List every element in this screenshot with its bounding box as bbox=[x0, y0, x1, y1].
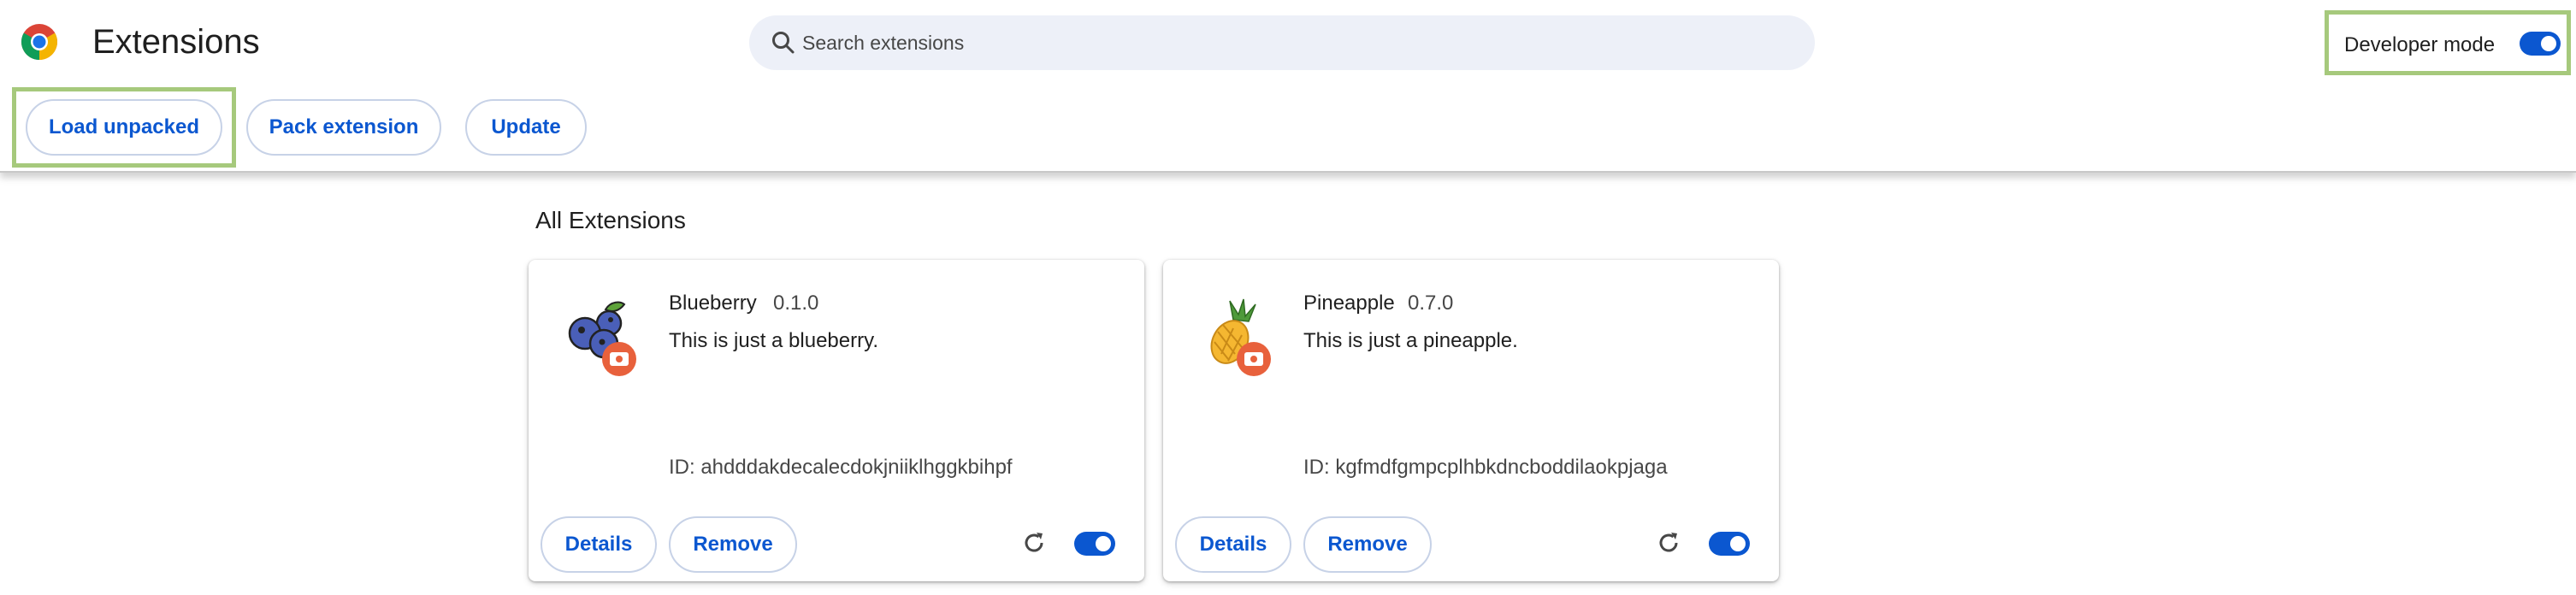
section-title: All Extensions bbox=[535, 207, 686, 233]
search-icon bbox=[772, 32, 795, 54]
blueberry-icon bbox=[568, 301, 636, 376]
search-input[interactable] bbox=[802, 15, 1794, 70]
details-button[interactable]: Details bbox=[1175, 516, 1291, 573]
remove-button[interactable]: Remove bbox=[669, 516, 797, 573]
reload-icon[interactable] bbox=[1654, 528, 1683, 557]
extension-enable-toggle[interactable] bbox=[1074, 532, 1115, 556]
developer-mode-toggle[interactable] bbox=[2520, 32, 2561, 56]
update-button[interactable]: Update bbox=[465, 99, 587, 156]
extension-card-pineapple: Pineapple 0.7.0 This is just a pineapple… bbox=[1163, 260, 1779, 581]
details-button[interactable]: Details bbox=[541, 516, 657, 573]
extension-version: 0.7.0 bbox=[1408, 292, 1454, 315]
toggle-knob bbox=[2541, 36, 2556, 51]
remove-button[interactable]: Remove bbox=[1303, 516, 1432, 573]
developer-mode-label: Developer mode bbox=[2344, 33, 2496, 56]
extension-name: Pineapple bbox=[1303, 292, 1395, 315]
pineapple-icon bbox=[1210, 298, 1271, 376]
developer-mode-highlight: Developer mode bbox=[2325, 10, 2571, 75]
extension-id: ID: ahdddakdecalecdokjniiklhggkbihpf bbox=[669, 456, 1013, 479]
toggle-knob bbox=[1096, 536, 1111, 551]
extension-version: 0.1.0 bbox=[773, 292, 819, 315]
load-unpacked-button[interactable]: Load unpacked bbox=[26, 99, 222, 156]
extension-enable-toggle[interactable] bbox=[1709, 532, 1750, 556]
extension-name: Blueberry bbox=[669, 292, 757, 315]
page-title: Extensions bbox=[92, 23, 260, 61]
pack-extension-button[interactable]: Pack extension bbox=[246, 99, 441, 156]
toggle-knob bbox=[1730, 536, 1746, 551]
chrome-logo-icon bbox=[21, 24, 58, 61]
extension-description: This is just a blueberry. bbox=[669, 329, 878, 352]
extensions-toolbar: Extensions Developer mode Load unpacked … bbox=[0, 0, 2576, 173]
extension-id: ID: kgfmdfgmpcplhbkdncboddilaokpjaga bbox=[1303, 456, 1668, 479]
extension-description: This is just a pineapple. bbox=[1303, 329, 1518, 352]
extension-card-blueberry: Blueberry 0.1.0 This is just a blueberry… bbox=[529, 260, 1144, 581]
search-bar[interactable] bbox=[749, 15, 1815, 70]
reload-icon[interactable] bbox=[1019, 528, 1049, 557]
